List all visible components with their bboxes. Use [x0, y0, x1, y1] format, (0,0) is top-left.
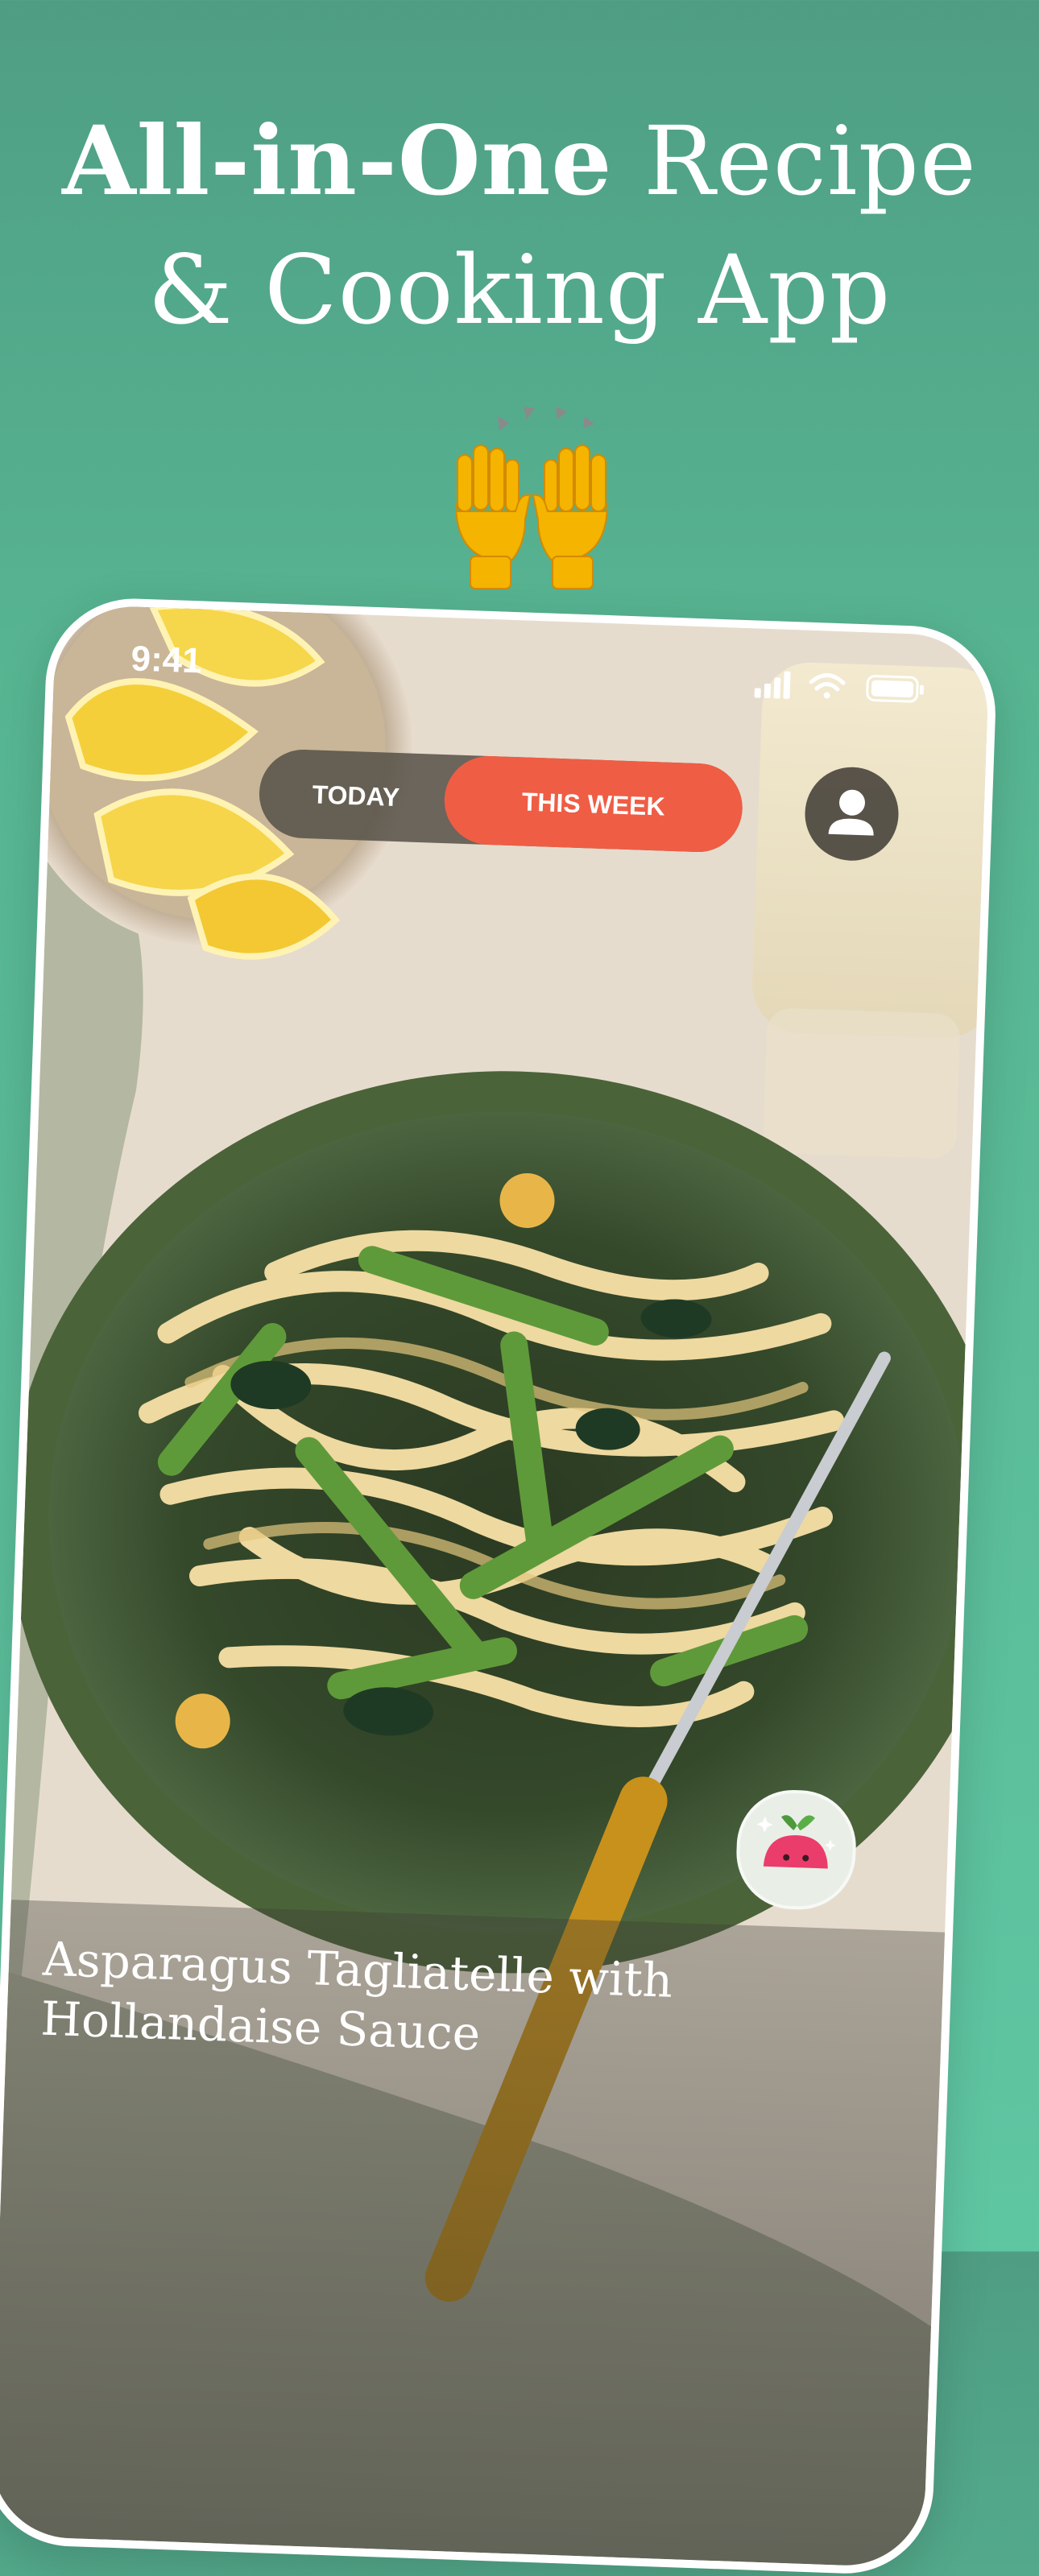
status-icons: [754, 667, 932, 705]
profile-button[interactable]: [803, 765, 900, 862]
phone-screen: 9:41 TODAY THIS WEEK Asparagus Tagliatel…: [0, 595, 999, 2576]
phone-mockup: 9:41 TODAY THIS WEEK Asparagus Tagliatel…: [0, 595, 999, 2576]
tab-this-week[interactable]: THIS WEEK: [442, 755, 744, 854]
wifi-icon: [809, 673, 846, 699]
signal-icon: [754, 671, 791, 699]
headline: All-in-One Recipe & Cooking App: [0, 97, 1039, 354]
headline-rest: Recipe: [612, 105, 977, 217]
assistant-button[interactable]: [735, 1788, 859, 1912]
tab-today[interactable]: TODAY: [258, 748, 454, 843]
headline-line-1: All-in-One Recipe: [0, 97, 1039, 225]
app-store-screenshot: { "headline": { "bold": "All-in-One", "r…: [0, 0, 1039, 2576]
status-time: 9:41: [130, 639, 203, 681]
battery-icon: [866, 675, 925, 703]
headline-bold: All-in-One: [62, 105, 613, 217]
raising-hands-icon: [435, 399, 628, 592]
headline-line-2: & Cooking App: [147, 234, 892, 345]
radish-mascot-icon: [756, 1815, 836, 1869]
person-icon: [828, 789, 874, 836]
period-segmented-control: TODAY THIS WEEK: [258, 748, 744, 854]
